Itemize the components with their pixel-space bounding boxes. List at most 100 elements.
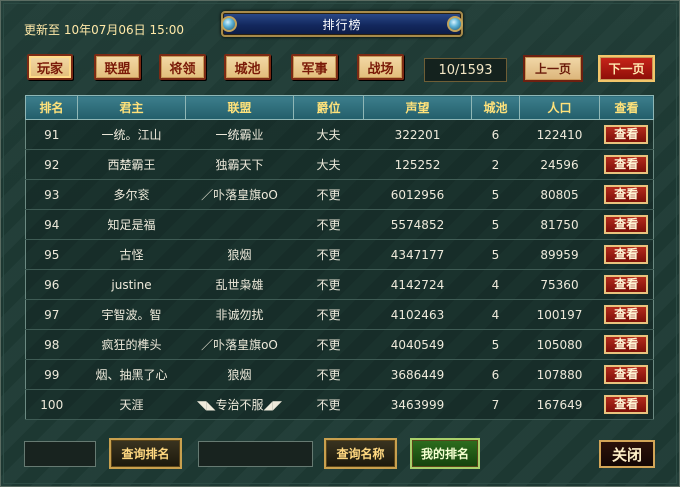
cell-rank: 99 bbox=[25, 359, 78, 390]
tab-player[interactable]: 玩家 bbox=[27, 54, 73, 80]
search-name-input[interactable] bbox=[198, 441, 313, 467]
cell-lord: justine bbox=[77, 269, 186, 300]
cell-view: 查看 bbox=[599, 389, 654, 420]
cell-lord: 古怪 bbox=[77, 239, 186, 270]
cell-cities: 5 bbox=[471, 239, 520, 270]
cell-title: 不更 bbox=[293, 239, 364, 270]
cell-population: 167649 bbox=[519, 389, 600, 420]
cell-rank: 93 bbox=[25, 179, 78, 210]
cell-lord: 天涯 bbox=[77, 389, 186, 420]
gem-ornament-icon bbox=[221, 16, 237, 32]
column-header-prestige: 声望 bbox=[363, 95, 472, 120]
cell-lord: 烟、抽黑了心 bbox=[77, 359, 186, 390]
cell-prestige: 4040549 bbox=[363, 329, 472, 360]
search-rank-button[interactable]: 查询排名 bbox=[109, 438, 182, 469]
cell-cities: 4 bbox=[471, 269, 520, 300]
cell-population: 81750 bbox=[519, 209, 600, 240]
close-button[interactable]: 关闭 bbox=[599, 440, 655, 468]
cell-cities: 7 bbox=[471, 389, 520, 420]
cell-prestige: 4142724 bbox=[363, 269, 472, 300]
cell-lord: 宇智波。智 bbox=[77, 299, 186, 330]
cell-view: 查看 bbox=[599, 179, 654, 210]
column-header-title: 爵位 bbox=[293, 95, 364, 120]
tab-alliance[interactable]: 联盟 bbox=[94, 54, 141, 80]
cell-population: 100197 bbox=[519, 299, 600, 330]
view-player-button[interactable]: 查看 bbox=[604, 245, 649, 264]
cell-alliance: 独霸天下 bbox=[185, 149, 294, 180]
page-indicator: 10/1593 bbox=[424, 58, 507, 82]
cell-alliance bbox=[185, 209, 294, 240]
view-player-button[interactable]: 查看 bbox=[604, 185, 649, 204]
cell-rank: 95 bbox=[25, 239, 78, 270]
cell-prestige: 4347177 bbox=[363, 239, 472, 270]
cell-view: 查看 bbox=[599, 149, 654, 180]
cell-view: 查看 bbox=[599, 119, 654, 150]
tab-general[interactable]: 将领 bbox=[159, 54, 206, 80]
cell-prestige: 6012956 bbox=[363, 179, 472, 210]
cell-prestige: 125252 bbox=[363, 149, 472, 180]
table-row: 94 知足是福 不更 5574852 5 81750 查看 bbox=[25, 209, 654, 240]
table-row: 92 西楚霸王 独霸天下 大夫 125252 2 24596 查看 bbox=[25, 149, 654, 180]
cell-population: 107880 bbox=[519, 359, 600, 390]
view-player-button[interactable]: 查看 bbox=[604, 335, 649, 354]
cell-cities: 6 bbox=[471, 359, 520, 390]
view-player-button[interactable]: 查看 bbox=[604, 395, 649, 414]
my-rank-button[interactable]: 我的排名 bbox=[410, 438, 480, 469]
cell-lord: 西楚霸王 bbox=[77, 149, 186, 180]
cell-alliance: 狼烟 bbox=[185, 359, 294, 390]
cell-view: 查看 bbox=[599, 239, 654, 270]
cell-view: 查看 bbox=[599, 329, 654, 360]
cell-title: 不更 bbox=[293, 329, 364, 360]
cell-population: 89959 bbox=[519, 239, 600, 270]
view-player-button[interactable]: 查看 bbox=[604, 215, 649, 234]
cell-alliance: 一统霸业 bbox=[185, 119, 294, 150]
table-header-row: 排名 君主 联盟 爵位 声望 城池 人口 查看 bbox=[25, 95, 654, 120]
cell-title: 不更 bbox=[293, 269, 364, 300]
cell-prestige: 3463999 bbox=[363, 389, 472, 420]
cell-population: 80805 bbox=[519, 179, 600, 210]
cell-title: 不更 bbox=[293, 179, 364, 210]
cell-population: 122410 bbox=[519, 119, 600, 150]
cell-alliance: 乱世枭雄 bbox=[185, 269, 294, 300]
cell-alliance: 狼烟 bbox=[185, 239, 294, 270]
cell-lord: 一统。江山 bbox=[77, 119, 186, 150]
search-rank-input[interactable] bbox=[24, 441, 96, 467]
leaderboard-panel: 更新至 10年07月06日 15:00 排行榜 玩家 联盟 将领 城池 军事 战… bbox=[0, 0, 680, 487]
cell-rank: 97 bbox=[25, 299, 78, 330]
cell-view: 查看 bbox=[599, 269, 654, 300]
table-row: 100 天涯 ◥◣专治不服◢◤ 不更 3463999 7 167649 查看 bbox=[25, 389, 654, 420]
cell-prestige: 3686449 bbox=[363, 359, 472, 390]
table-row: 91 一统。江山 一统霸业 大夫 322201 6 122410 查看 bbox=[25, 119, 654, 150]
cell-alliance: ／卟落皇旗oO bbox=[185, 179, 294, 210]
prev-page-button[interactable]: 上一页 bbox=[523, 55, 583, 82]
column-header-alliance: 联盟 bbox=[185, 95, 294, 120]
view-player-button[interactable]: 查看 bbox=[604, 275, 649, 294]
view-player-button[interactable]: 查看 bbox=[604, 365, 649, 384]
view-player-button[interactable]: 查看 bbox=[604, 155, 649, 174]
column-header-view: 查看 bbox=[599, 95, 654, 120]
table-row: 98 疯狂的榫头 ／卟落皇旗oO 不更 4040549 5 105080 查看 bbox=[25, 329, 654, 360]
cell-rank: 98 bbox=[25, 329, 78, 360]
cell-rank: 92 bbox=[25, 149, 78, 180]
cell-prestige: 322201 bbox=[363, 119, 472, 150]
cell-prestige: 5574852 bbox=[363, 209, 472, 240]
table-row: 93 多尔衮 ／卟落皇旗oO 不更 6012956 5 80805 查看 bbox=[25, 179, 654, 210]
cell-rank: 91 bbox=[25, 119, 78, 150]
cell-title: 不更 bbox=[293, 359, 364, 390]
next-page-button[interactable]: 下一页 bbox=[598, 55, 655, 82]
tab-city[interactable]: 城池 bbox=[224, 54, 271, 80]
cell-cities: 5 bbox=[471, 329, 520, 360]
title-bar: 排行榜 bbox=[221, 11, 463, 37]
cell-rank: 94 bbox=[25, 209, 78, 240]
cell-title: 不更 bbox=[293, 299, 364, 330]
cell-prestige: 4102463 bbox=[363, 299, 472, 330]
cell-alliance: ◥◣专治不服◢◤ bbox=[185, 389, 294, 420]
cell-title: 不更 bbox=[293, 389, 364, 420]
cell-population: 75360 bbox=[519, 269, 600, 300]
tab-military[interactable]: 军事 bbox=[291, 54, 338, 80]
view-player-button[interactable]: 查看 bbox=[604, 305, 649, 324]
view-player-button[interactable]: 查看 bbox=[604, 125, 649, 144]
cell-lord: 知足是福 bbox=[77, 209, 186, 240]
tab-battlefield[interactable]: 战场 bbox=[357, 54, 404, 80]
search-name-button[interactable]: 查询名称 bbox=[324, 438, 397, 469]
